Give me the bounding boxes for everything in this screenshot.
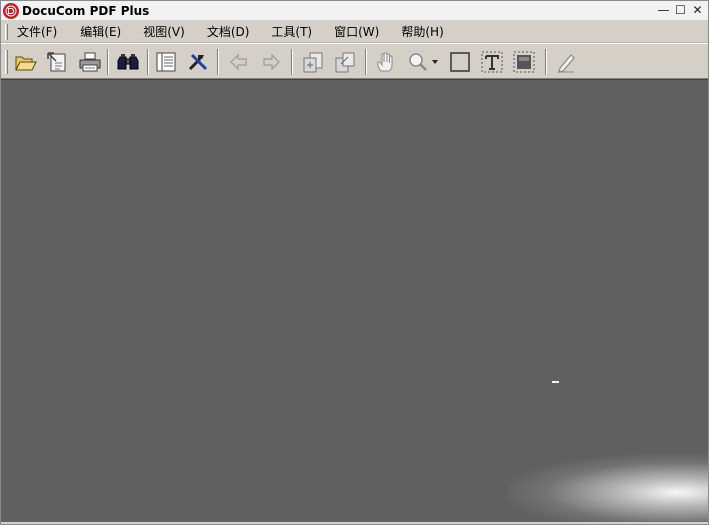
toolbar-separator xyxy=(107,49,109,75)
toolbar-separator xyxy=(291,49,293,75)
toolbar-separator xyxy=(365,49,367,75)
pen-icon[interactable] xyxy=(553,49,579,75)
image-select-icon[interactable] xyxy=(511,49,537,75)
menu-bar: 文件(F) 编辑(E) 视图(V) 文档(D) 工具(T) 窗口(W) 帮助(H… xyxy=(1,21,708,43)
toolbar-separator xyxy=(147,49,149,75)
properties-icon[interactable] xyxy=(45,49,71,75)
window-title: DocuCom PDF Plus xyxy=(22,3,150,18)
app-logo-icon[interactable] xyxy=(3,2,19,19)
document-area[interactable] xyxy=(1,79,708,522)
toolbar-separator xyxy=(545,49,547,75)
menu-edit[interactable]: 编辑(E) xyxy=(80,21,121,42)
menu-document[interactable]: 文档(D) xyxy=(207,21,250,42)
open-folder-icon[interactable] xyxy=(13,49,39,75)
tools-icon[interactable] xyxy=(185,49,211,75)
toolbar-separator xyxy=(217,49,219,75)
insert-page-icon[interactable] xyxy=(300,49,326,75)
page-view-icon[interactable] xyxy=(153,49,179,75)
find-binoculars-icon[interactable] xyxy=(115,49,141,75)
forward-arrow-icon[interactable] xyxy=(258,49,284,75)
maximize-button[interactable]: ☐ xyxy=(674,3,687,17)
menu-help[interactable]: 帮助(H) xyxy=(401,21,443,42)
menu-tools[interactable]: 工具(T) xyxy=(271,21,312,42)
hand-icon[interactable] xyxy=(373,49,399,75)
zoom-dropdown-chevron-icon[interactable] xyxy=(429,49,441,75)
minimize-button[interactable]: — xyxy=(657,3,670,17)
glare-highlight xyxy=(552,381,559,383)
toolbar-grip[interactable] xyxy=(5,50,8,74)
rectangle-icon[interactable] xyxy=(447,49,473,75)
title-bar: DocuCom PDF Plus — ☐ ✕ xyxy=(1,1,708,21)
print-icon[interactable] xyxy=(77,49,103,75)
menu-file[interactable]: 文件(F) xyxy=(17,21,57,42)
back-arrow-icon[interactable] xyxy=(226,49,252,75)
close-button[interactable]: ✕ xyxy=(691,3,704,17)
window-controls: — ☐ ✕ xyxy=(657,3,704,17)
menubar-grip[interactable] xyxy=(5,23,8,40)
text-box-icon[interactable] xyxy=(479,49,505,75)
toolbar xyxy=(1,43,708,79)
extract-page-icon[interactable] xyxy=(332,49,358,75)
app-window: DocuCom PDF Plus — ☐ ✕ 文件(F) 编辑(E) 视图(V)… xyxy=(0,0,709,525)
menu-view[interactable]: 视图(V) xyxy=(143,21,185,42)
zoom-icon[interactable] xyxy=(405,49,431,75)
menu-window[interactable]: 窗口(W) xyxy=(334,21,379,42)
